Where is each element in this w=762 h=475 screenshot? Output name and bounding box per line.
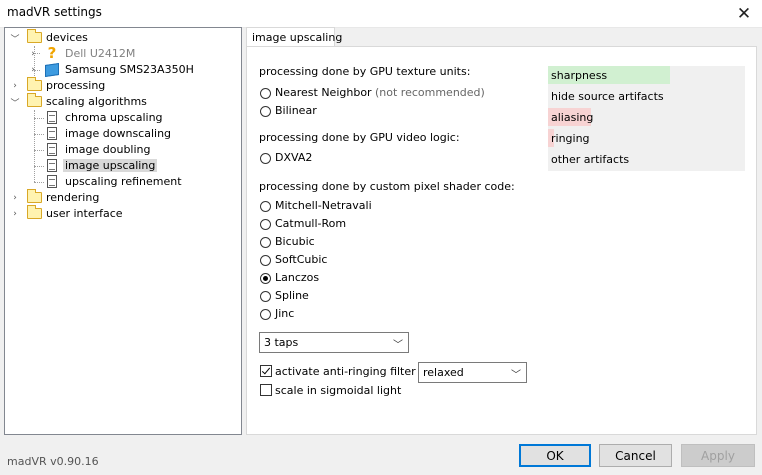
tree-item-rendering[interactable]: › rendering <box>5 189 241 206</box>
radio-label: Jinc <box>275 307 295 320</box>
tree-item-samsung[interactable]: › Samsung SMS23A350H <box>5 62 241 78</box>
tree-item-image-upscaling[interactable]: image upscaling <box>5 158 241 174</box>
quality-row: hide source artifacts <box>548 87 745 108</box>
tree-item-label: image upscaling <box>63 159 158 172</box>
radio-circle[interactable] <box>260 237 271 248</box>
tree-item-chroma-upscaling[interactable]: chroma upscaling <box>5 110 241 126</box>
tree-item-label: Samsung SMS23A350H <box>65 63 194 76</box>
chevron-right-icon[interactable]: › <box>28 46 38 62</box>
folder-icon <box>27 205 42 219</box>
pixel-shader-heading: processing done by custom pixel shader c… <box>259 180 515 193</box>
tree-item-image-downscaling[interactable]: image downscaling <box>5 126 241 142</box>
folder-icon <box>27 29 42 43</box>
window-title: madVR settings <box>7 5 102 19</box>
chevron-down-icon[interactable]: ﹀ <box>10 30 20 46</box>
radio-circle[interactable] <box>260 255 271 266</box>
chevron-right-icon[interactable]: › <box>10 190 20 206</box>
radio-circle[interactable] <box>260 153 271 164</box>
page-icon <box>47 111 57 124</box>
tree-item-upscaling-refinement[interactable]: upscaling refinement <box>5 174 241 190</box>
taps-dropdown[interactable]: 3 taps ﹀ <box>259 332 409 353</box>
chevron-down-icon: ﹀ <box>511 370 521 381</box>
checkbox-label: scale in sigmoidal light <box>275 384 402 397</box>
video-logic-heading: processing done by GPU video logic: <box>259 131 460 144</box>
chevron-right-icon[interactable]: › <box>10 206 20 222</box>
radio-circle[interactable] <box>260 219 271 230</box>
taps-value: 3 taps <box>264 336 299 349</box>
tree-item-label: devices <box>46 31 88 44</box>
anti-ringing-mode-dropdown[interactable]: relaxed ﹀ <box>418 362 527 383</box>
ok-button[interactable]: OK <box>519 444 591 467</box>
tree-item-label: processing <box>46 79 106 92</box>
settings-tree[interactable]: ﹀ devices › ? Dell U2412M › Samsung SMS2… <box>4 27 242 435</box>
version-label: madVR v0.90.16 <box>7 455 99 468</box>
not-recommended-note: (not recommended) <box>375 86 485 99</box>
tree-item-image-doubling[interactable]: image doubling <box>5 142 241 158</box>
folder-icon <box>27 77 42 91</box>
folder-icon <box>27 93 42 107</box>
folder-icon <box>27 189 42 203</box>
cancel-button[interactable]: Cancel <box>599 444 672 467</box>
page-icon <box>47 175 57 188</box>
quality-meter: sharpness hide source artifacts aliasing… <box>548 66 745 171</box>
tree-item-label: image doubling <box>65 143 151 156</box>
checkbox-label: activate anti-ringing filter <box>275 365 416 378</box>
radio-circle[interactable] <box>260 201 271 212</box>
page-icon <box>47 159 57 172</box>
quality-label: ringing <box>551 132 590 145</box>
radio-label: Catmull-Rom <box>275 217 347 230</box>
tree-item-scaling-algorithms[interactable]: ﹀ scaling algorithms <box>5 93 241 110</box>
tree-item-dell-u2412m[interactable]: › ? Dell U2412M <box>5 46 241 62</box>
question-icon: ? <box>47 44 57 62</box>
tree-item-label: scaling algorithms <box>46 95 147 108</box>
chevron-right-icon[interactable]: › <box>10 78 20 94</box>
tree-item-label: image downscaling <box>65 127 172 140</box>
quality-label: hide source artifacts <box>551 90 664 103</box>
apply-button[interactable]: Apply <box>681 444 755 467</box>
tree-item-label: rendering <box>46 191 100 204</box>
tree-item-label: chroma upscaling <box>65 111 163 124</box>
radio-label: Bilinear <box>275 104 317 117</box>
chevron-down-icon[interactable]: ﹀ <box>10 94 20 110</box>
close-button[interactable]: ✕ <box>726 0 762 27</box>
radio-label: Mitchell-Netravali <box>275 199 372 212</box>
quality-label: aliasing <box>551 111 594 124</box>
quality-row: sharpness <box>548 66 745 87</box>
tree-item-label: user interface <box>46 207 123 220</box>
radio-circle[interactable] <box>260 273 271 284</box>
tree-item-user-interface[interactable]: › user interface <box>5 205 241 222</box>
checkbox-box[interactable] <box>260 384 272 396</box>
radio-label: Bicubic <box>275 235 315 248</box>
page-icon <box>47 143 57 156</box>
chevron-right-icon[interactable]: › <box>28 62 38 78</box>
radio-circle[interactable] <box>260 309 271 320</box>
monitor-icon <box>45 63 59 77</box>
close-icon: ✕ <box>736 3 752 24</box>
radio-circle[interactable] <box>260 88 271 99</box>
radio-circle[interactable] <box>260 291 271 302</box>
radio-label: Spline <box>275 289 309 302</box>
radio-circle[interactable] <box>260 106 271 117</box>
tree-item-processing[interactable]: › processing <box>5 77 241 94</box>
title-bar: madVR settings ✕ <box>0 0 762 28</box>
radio-label: Nearest Neighbor <box>275 86 372 99</box>
radio-label: Lanczos <box>275 271 320 284</box>
tree-item-label: Dell U2412M <box>65 47 136 60</box>
chevron-down-icon: ﹀ <box>393 340 403 351</box>
radio-label: SoftCubic <box>275 253 328 266</box>
quality-label: sharpness <box>551 69 608 82</box>
quality-label: other artifacts <box>551 153 630 166</box>
quality-row: other artifacts <box>548 150 745 171</box>
checkbox-box[interactable] <box>260 365 272 377</box>
radio-label: DXVA2 <box>275 151 313 164</box>
quality-row: aliasing <box>548 108 745 129</box>
page-icon <box>47 127 57 140</box>
tree-item-label: upscaling refinement <box>65 175 182 188</box>
tab-image-upscaling[interactable]: image upscaling <box>246 27 342 47</box>
quality-row: ringing <box>548 129 745 150</box>
tree-item-devices[interactable]: ﹀ devices <box>5 29 241 46</box>
texture-units-heading: processing done by GPU texture units: <box>259 65 471 78</box>
anti-ringing-mode-value: relaxed <box>423 366 464 379</box>
